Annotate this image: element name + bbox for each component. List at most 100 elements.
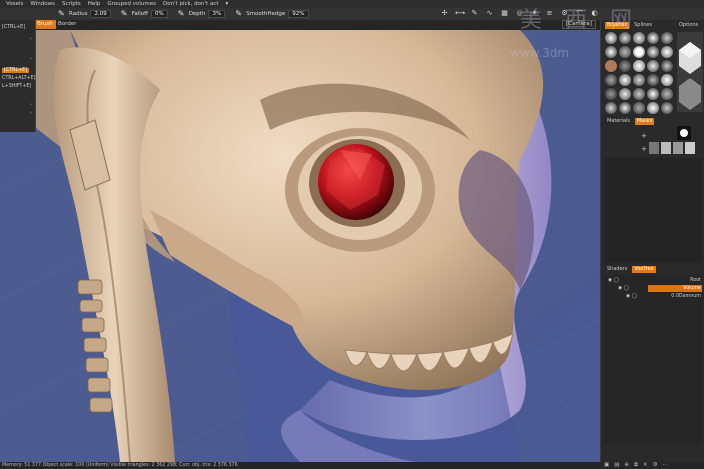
pen-icon: ✎ — [58, 9, 65, 18]
eye-icon[interactable]: ◉ ◯ — [626, 294, 637, 299]
duplicate-icon[interactable]: ⧉ — [634, 462, 638, 469]
tree-node-label: Volume — [683, 286, 701, 291]
menu-voxels[interactable]: Voxels — [6, 1, 23, 7]
menu-windows[interactable]: Windows — [30, 1, 55, 7]
chevron-right-icon[interactable]: › — [30, 56, 32, 62]
brush-thumb[interactable] — [605, 60, 617, 72]
depth-field[interactable]: 3% — [208, 10, 226, 18]
brush-thumb[interactable] — [647, 74, 659, 86]
brush-thumb[interactable] — [619, 88, 631, 100]
radius-field[interactable]: 2.09 — [90, 10, 111, 18]
shortcut-row[interactable]: L+SHIFT+E] — [2, 84, 31, 89]
brush-thumb[interactable] — [605, 46, 617, 58]
falloff-option[interactable]: ✎ Falloff 0% — [121, 10, 168, 18]
falloff-field[interactable]: 0% — [150, 10, 168, 18]
brush-thumb[interactable] — [647, 60, 659, 72]
eye-icon[interactable]: ◉ ◯ — [608, 278, 619, 283]
brush-thumb[interactable] — [619, 102, 631, 114]
shortcut-panel: [CTRL+E] › › [CTRL+E] CTRL+ALT+E] L+SHIF… — [0, 20, 36, 132]
shortcut-row[interactable]: [CTRL+E] — [2, 25, 25, 30]
stroke-icon[interactable]: ∿ — [485, 9, 494, 19]
tab-border[interactable]: Border — [55, 20, 79, 29]
brush-thumb[interactable] — [605, 88, 617, 100]
tab-voxtree[interactable]: VoxTree — [632, 266, 656, 273]
status-bar: Memory: 51 377 Object scale: 100 (Unifor… — [0, 462, 704, 469]
more-icon[interactable]: ⋯ — [663, 462, 669, 469]
chevron-right-icon[interactable]: › — [30, 102, 32, 108]
brush-thumb[interactable] — [633, 102, 645, 114]
pen-icon: ✎ — [177, 9, 185, 18]
menu-help[interactable]: Help — [88, 1, 101, 7]
tree-node-root[interactable]: ◉ ◯ Root — [608, 277, 702, 284]
radius-option[interactable]: ✎ Radius 2.09 — [58, 10, 111, 18]
depth-option[interactable]: ✎ Depth 3% — [178, 10, 226, 18]
watermark-logo: 美 西 网 — [520, 8, 640, 33]
brush-thumb[interactable] — [661, 102, 673, 114]
brush-icon[interactable]: ✎ — [470, 9, 479, 19]
materials-shelf[interactable] — [604, 158, 702, 263]
brush-thumb[interactable] — [647, 32, 659, 44]
voxtree-panel: ◉ ◯ Root ◉ ◯ Volume ◉ ◯ 0.0Damnum — [604, 275, 702, 445]
brush-thumb[interactable] — [633, 46, 645, 58]
brush-thumb[interactable] — [605, 74, 617, 86]
menu-scripts[interactable]: Scripts — [62, 1, 81, 7]
radius-label: Radius — [69, 11, 88, 17]
smooth-option[interactable]: ✎ SmoothHedge 92% — [235, 9, 309, 18]
tree-node-label: Root — [690, 278, 701, 283]
menu-grouped-volumes[interactable]: Grouped volumes — [107, 1, 156, 7]
brush-thumb[interactable] — [619, 46, 631, 58]
tab-brush[interactable]: Brush — [34, 20, 56, 29]
options-tab-group: Options — [677, 22, 700, 29]
brush-thumb[interactable] — [661, 74, 673, 86]
brush-thumb[interactable] — [661, 60, 673, 72]
eye-icon[interactable]: ◉ ◯ — [618, 286, 629, 291]
menu-pick-mode[interactable]: Don't pick, don't act — [163, 1, 219, 7]
brush-thumb[interactable] — [633, 74, 645, 86]
brush-thumb[interactable] — [633, 60, 645, 72]
transform-icon[interactable]: ✢ — [440, 9, 449, 19]
chevron-right-icon[interactable]: › — [30, 36, 32, 42]
tab-shaders[interactable]: Shaders — [605, 266, 629, 273]
tree-node-label: 0.0Damnum — [671, 294, 701, 299]
settings-icon[interactable]: ⚙ — [653, 462, 658, 469]
svg-text:+: + — [641, 145, 647, 153]
brush-thumb[interactable] — [647, 46, 659, 58]
chevron-right-icon[interactable]: › — [30, 110, 32, 116]
brush-thumb[interactable] — [619, 74, 631, 86]
shortcut-row[interactable]: CTRL+ALT+E] — [2, 76, 35, 81]
add-icon[interactable]: ⊕ — [624, 462, 629, 469]
tab-materials[interactable]: Materials — [605, 118, 632, 125]
mask-grid: + + — [605, 126, 701, 156]
brush-thumb[interactable] — [661, 88, 673, 100]
falloff-label: Falloff — [131, 11, 148, 17]
secondary-tab-strip — [0, 20, 600, 30]
folder-icon[interactable]: ▤ — [614, 462, 619, 469]
tab-options[interactable]: Options — [677, 22, 700, 29]
delete-icon[interactable]: ✕ — [643, 462, 648, 469]
grid-icon[interactable]: ▦ — [500, 9, 509, 19]
3d-viewport[interactable] — [0, 30, 600, 462]
chevron-down-icon[interactable]: ▾ — [226, 1, 229, 7]
brush-thumb[interactable] — [661, 32, 673, 44]
material-tabs: Materials Masks — [605, 118, 655, 125]
save-icon[interactable]: ▣ — [604, 462, 609, 469]
smooth-field[interactable]: 92% — [288, 10, 309, 18]
tab-masks[interactable]: Masks — [634, 118, 655, 125]
brush-thumb[interactable] — [619, 60, 631, 72]
alpha-preview[interactable] — [677, 32, 703, 112]
brush-thumb[interactable] — [605, 102, 617, 114]
svg-text:+: + — [641, 132, 647, 140]
shortcut-row-active[interactable]: [CTRL+E] — [2, 68, 30, 73]
right-panel: Brushes Splines Options Materials Masks … — [600, 20, 704, 462]
tree-node-child[interactable]: ◉ ◯ 0.0Damnum — [608, 293, 702, 300]
tree-node-volume[interactable]: ◉ ◯ Volume — [608, 285, 702, 292]
symmetry-icon[interactable]: ⟷ — [455, 9, 465, 19]
brush-thumb[interactable] — [647, 88, 659, 100]
brush-thumb[interactable] — [647, 102, 659, 114]
brush-thumb[interactable] — [661, 46, 673, 58]
smooth-label: SmoothHedge — [246, 11, 286, 17]
status-text: Memory: 51 377 Object scale: 100 (Unifor… — [2, 463, 238, 468]
brush-thumb[interactable] — [633, 88, 645, 100]
pen-icon: ✎ — [235, 9, 242, 18]
tree-tabs: Shaders VoxTree — [605, 266, 656, 273]
